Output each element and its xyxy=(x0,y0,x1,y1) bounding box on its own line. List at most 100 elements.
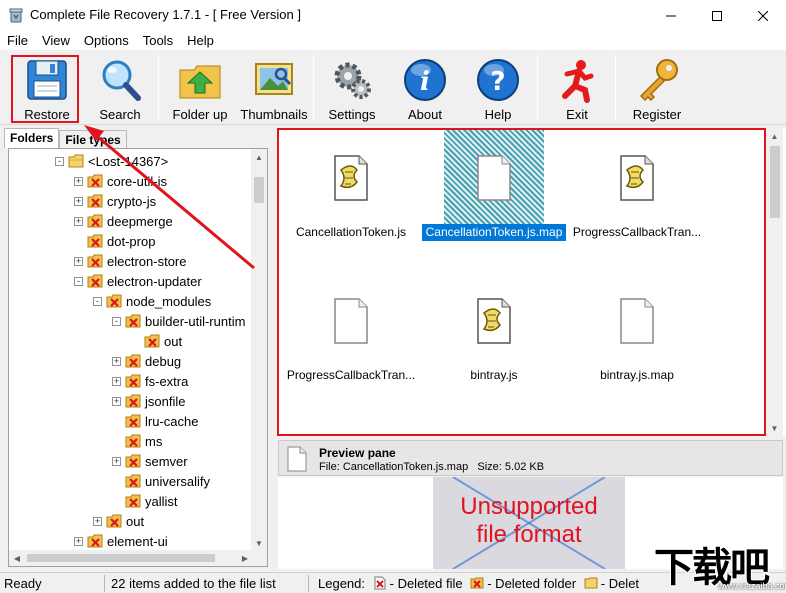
search-button[interactable]: Search xyxy=(88,53,152,123)
file-item[interactable]: CancellationToken.js.map xyxy=(422,154,566,241)
tab-file-types[interactable]: File types xyxy=(59,130,127,148)
tree-node[interactable]: lru-cache xyxy=(112,411,198,431)
collapse-icon[interactable]: - xyxy=(55,156,64,166)
deleted-folder-icon xyxy=(106,294,122,308)
folder-up-icon xyxy=(179,65,221,99)
menu-tools[interactable]: Tools xyxy=(136,31,180,50)
tree-node[interactable]: + electron-store xyxy=(74,251,186,271)
tree-vertical-scroll-thumb[interactable] xyxy=(254,177,264,203)
menu-view[interactable]: View xyxy=(35,31,77,50)
collapse-icon[interactable]: - xyxy=(93,296,102,306)
preview-file-label: File: xyxy=(319,461,340,473)
blank-file-icon xyxy=(287,446,307,472)
blank-file-icon xyxy=(477,155,511,201)
close-icon xyxy=(758,10,768,21)
deleted-folder-icon xyxy=(125,354,141,368)
maximize-button[interactable] xyxy=(694,0,740,31)
tree-node[interactable]: + out xyxy=(93,511,144,531)
tree-node[interactable]: - builder-util-runtim xyxy=(112,311,245,331)
tree-node-label: jsonfile xyxy=(145,393,186,409)
status-separator xyxy=(104,575,105,592)
key-icon xyxy=(639,59,678,102)
tree-node[interactable]: - electron-updater xyxy=(74,271,202,291)
file-list-scroll-thumb[interactable] xyxy=(770,146,780,218)
tree-node[interactable]: + deepmerge xyxy=(74,211,173,231)
file-item[interactable]: bintray.js xyxy=(434,297,554,383)
tree-node-label: ms xyxy=(145,433,163,449)
settings-label: Settings xyxy=(328,107,376,122)
expand-icon[interactable]: + xyxy=(112,356,121,366)
tree-node[interactable]: + jsonfile xyxy=(112,391,185,411)
status-separator xyxy=(308,575,309,592)
file-item[interactable]: ProgressCallbackTran... xyxy=(287,297,415,383)
tree-horizontal-scrollbar[interactable]: ◀ ▶ xyxy=(9,550,253,566)
deleted-file-icon xyxy=(374,576,386,590)
info-icon: i xyxy=(404,59,446,101)
deleted-folder-icon xyxy=(87,194,103,208)
tree-node[interactable]: + element-ui xyxy=(74,531,168,551)
help-button[interactable]: ? Help xyxy=(470,53,526,123)
tree-node[interactable]: + crypto-js xyxy=(74,191,156,211)
tree-node[interactable]: ms xyxy=(112,431,162,451)
tree-node[interactable]: yallist xyxy=(112,491,178,511)
tree-node[interactable]: + fs-extra xyxy=(112,371,188,391)
thumbnails-button[interactable]: Thumbnails xyxy=(238,53,310,123)
tree-node[interactable]: + semver xyxy=(112,451,188,471)
expand-icon[interactable]: + xyxy=(74,196,83,206)
tree-node[interactable]: dot-prop xyxy=(74,231,155,251)
scroll-up-arrow-icon[interactable]: ▲ xyxy=(766,128,783,144)
file-item[interactable]: CancellationToken.js xyxy=(291,154,411,240)
folder-up-button[interactable]: Folder up xyxy=(166,53,234,123)
expand-icon[interactable]: + xyxy=(93,516,102,526)
tab-folders[interactable]: Folders xyxy=(4,128,60,148)
preview-file-name: CancellationToken.js.map xyxy=(342,461,469,473)
legend-deleted-folder: - Deleted folder xyxy=(487,576,577,591)
tree-vertical-scrollbar[interactable]: ▲ ▼ xyxy=(251,149,267,551)
file-list-vertical-scrollbar[interactable]: ▲ ▼ xyxy=(766,128,783,436)
tree-node-label: dot-prop xyxy=(107,233,156,249)
expand-icon[interactable]: + xyxy=(112,376,121,386)
file-item[interactable]: ProgressCallbackTran... xyxy=(573,154,701,240)
tree-horizontal-scroll-thumb[interactable] xyxy=(27,554,215,562)
tree-node-label: out xyxy=(164,333,183,349)
deleted-folder-icon xyxy=(87,274,103,288)
deleted-folder-icon xyxy=(87,214,103,228)
tree-node[interactable]: + core-util-is xyxy=(74,171,167,191)
menu-help[interactable]: Help xyxy=(180,31,221,50)
register-button[interactable]: Register xyxy=(626,53,688,123)
tree-node[interactable]: - <Lost-14367> xyxy=(55,151,168,171)
blank-file-icon xyxy=(334,298,368,344)
expand-icon[interactable]: + xyxy=(74,216,83,226)
expand-icon[interactable]: + xyxy=(112,396,121,406)
folder-tree[interactable]: - <Lost-14367> + core-util-is + crypto-js + dee… xyxy=(8,148,268,567)
menu-file[interactable]: File xyxy=(0,31,35,50)
expand-icon[interactable]: + xyxy=(74,536,83,546)
tree-node[interactable]: universalify xyxy=(112,471,210,491)
scroll-left-arrow-icon[interactable]: ◀ xyxy=(9,550,25,566)
thumbnails-icon xyxy=(255,63,293,95)
menu-options[interactable]: Options xyxy=(77,31,136,50)
scroll-down-arrow-icon[interactable]: ▼ xyxy=(251,535,267,551)
expand-icon[interactable]: + xyxy=(74,176,83,186)
expand-icon[interactable]: + xyxy=(74,256,83,266)
file-item[interactable]: bintray.js.map xyxy=(577,297,697,383)
open-folder-icon xyxy=(68,154,84,168)
tree-node[interactable]: + debug xyxy=(112,351,181,371)
expand-icon[interactable]: + xyxy=(112,456,121,466)
tree-node[interactable]: out xyxy=(131,331,182,351)
settings-button[interactable]: Settings xyxy=(322,53,382,123)
close-button[interactable] xyxy=(740,0,786,31)
menu-bar: File View Options Tools Help xyxy=(0,31,786,50)
collapse-icon[interactable]: - xyxy=(112,316,121,326)
scroll-up-arrow-icon[interactable]: ▲ xyxy=(251,149,267,165)
exit-button[interactable]: Exit xyxy=(548,53,606,123)
scroll-down-arrow-icon[interactable]: ▼ xyxy=(766,420,783,436)
legend-label: Legend: xyxy=(318,576,365,591)
about-button[interactable]: i About xyxy=(396,53,454,123)
toolbar-separator xyxy=(313,55,314,121)
collapse-icon[interactable]: - xyxy=(74,276,83,286)
tree-node-label: out xyxy=(126,513,145,529)
tree-node[interactable]: - node_modules xyxy=(93,291,211,311)
deleted-folder-icon xyxy=(87,234,103,248)
minimize-button[interactable] xyxy=(648,0,694,31)
